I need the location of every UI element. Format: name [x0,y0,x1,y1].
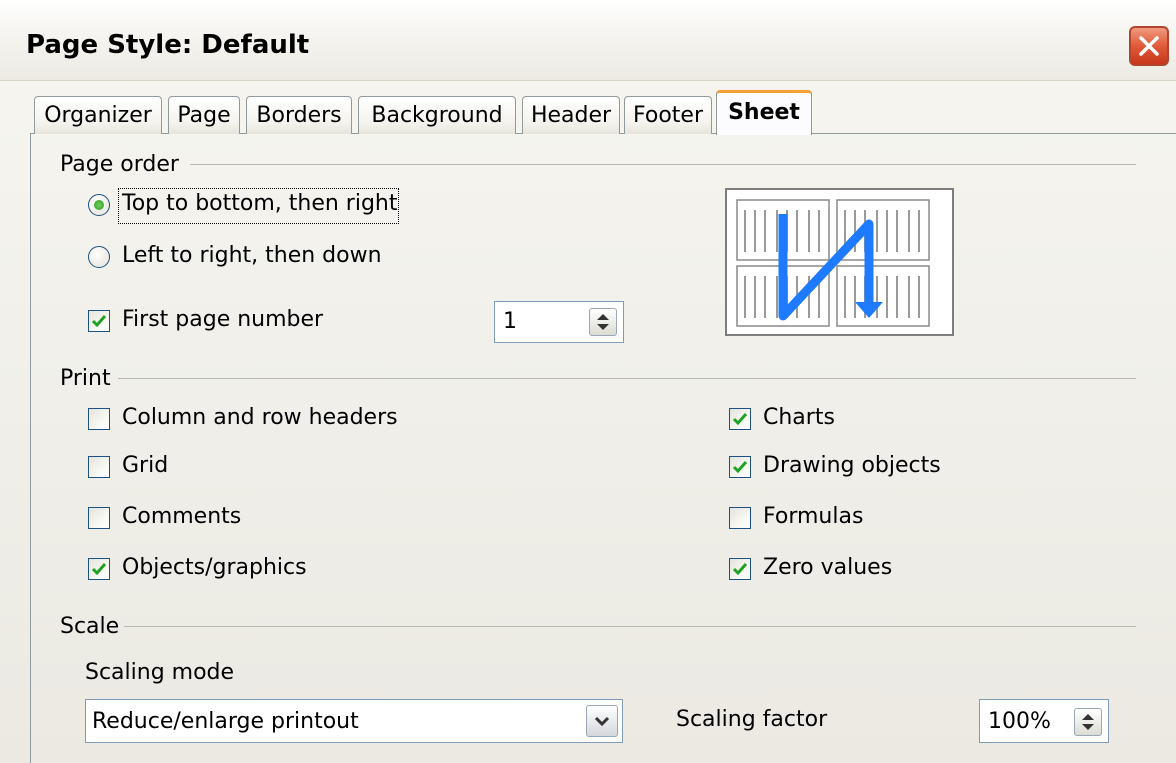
check-icon [732,413,748,426]
charts-label[interactable]: Charts [763,405,835,430]
chevron-down-icon [594,716,610,727]
check-icon [732,563,748,576]
window-title: Page Style: Default [26,30,310,60]
checkbox-comments[interactable] [88,507,110,529]
check-icon [91,563,107,576]
zero-values-label[interactable]: Zero values [763,555,892,580]
print-heading: Print [60,366,111,391]
first-page-number-value[interactable]: 1 [503,302,517,342]
tab-borders[interactable]: Borders [246,96,352,134]
column-row-headers-label[interactable]: Column and row headers [122,405,398,430]
tab-footer[interactable]: Footer [624,96,712,134]
scaling-mode-select[interactable]: Reduce/enlarge printout [85,699,623,743]
title-bar[interactable]: Page Style: Default [0,0,1176,81]
close-icon [1139,36,1159,56]
comments-label[interactable]: Comments [122,504,241,529]
spin-arrows-icon [1082,714,1094,730]
radio-top-to-bottom[interactable] [88,194,110,216]
page-order-preview [725,188,954,336]
scaling-mode-label: Scaling mode [85,660,235,685]
scaling-factor-value[interactable]: 100% [988,700,1051,744]
page-order-heading: Page order [60,152,179,177]
checkbox-first-page-number[interactable] [88,310,110,332]
scaling-mode-value[interactable]: Reduce/enlarge printout [92,700,359,744]
scaling-factor-label: Scaling factor [676,707,828,732]
scaling-mode-dropdown-button[interactable] [586,705,618,737]
scaling-factor-spin-buttons[interactable] [1074,708,1102,736]
scaling-factor-spinner[interactable]: 100% [979,699,1109,743]
checkbox-zero-values[interactable] [729,558,751,580]
check-icon [91,315,107,328]
grid-label[interactable]: Grid [122,453,168,478]
tab-header[interactable]: Header [522,96,620,134]
checkbox-objects-graphics[interactable] [88,558,110,580]
scale-divider [124,626,1136,627]
checkbox-drawing-objects[interactable] [729,456,751,478]
tab-page[interactable]: Page [168,96,240,134]
spin-arrows-icon [597,314,609,330]
checkbox-column-row-headers[interactable] [88,408,110,430]
objects-graphics-label[interactable]: Objects/graphics [122,555,307,580]
scale-heading: Scale [60,614,120,639]
formulas-label[interactable]: Formulas [763,504,863,529]
checkbox-grid[interactable] [88,456,110,478]
tab-strip: Organizer Page Borders Background Header… [30,90,1176,135]
first-page-number-label[interactable]: First page number [122,307,323,332]
radio-left-to-right[interactable] [88,246,110,268]
radio-top-to-bottom-label[interactable]: Top to bottom, then right [122,191,397,216]
checkbox-formulas[interactable] [729,507,751,529]
tab-background[interactable]: Background [358,96,516,134]
spin-buttons[interactable] [589,308,617,336]
check-icon [732,461,748,474]
radio-left-to-right-label[interactable]: Left to right, then down [122,243,382,268]
tab-sheet[interactable]: Sheet [716,90,812,135]
close-button[interactable] [1129,26,1169,66]
page-style-dialog: Page Style: Default Organizer Page Borde… [0,0,1176,763]
print-divider [118,378,1136,379]
checkbox-charts[interactable] [729,408,751,430]
drawing-objects-label[interactable]: Drawing objects [763,453,941,478]
tab-organizer[interactable]: Organizer [34,96,162,134]
page-order-divider [190,164,1136,165]
page-order-preview-icon [736,199,930,327]
first-page-number-spinner[interactable]: 1 [494,301,624,343]
